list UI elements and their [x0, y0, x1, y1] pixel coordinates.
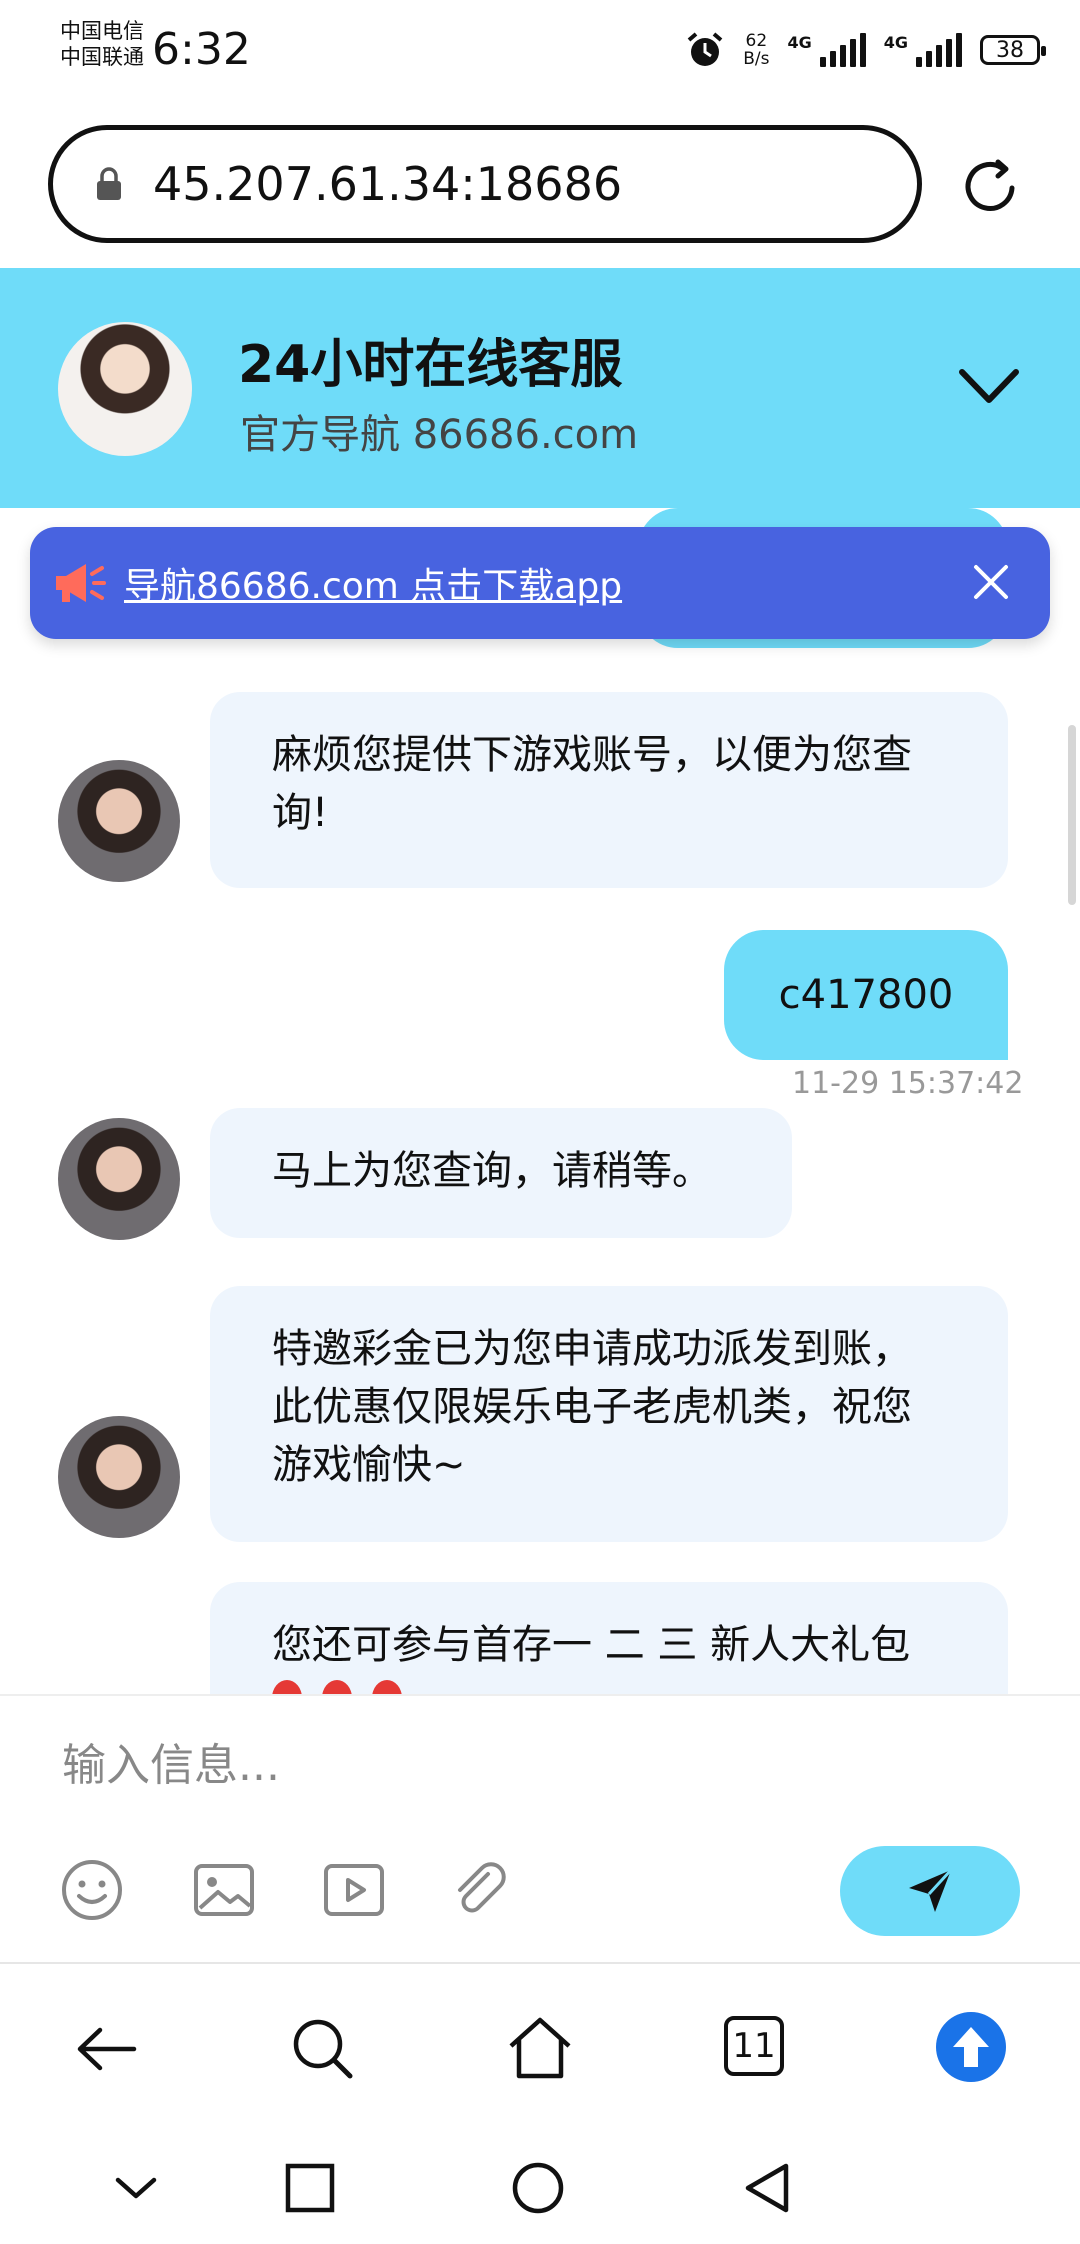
message-bubble-incoming: 麻烦您提供下游戏账号，以便为您查询!: [210, 692, 1008, 888]
clock: 6:32: [152, 24, 251, 75]
system-nav-bar: [0, 2128, 1080, 2244]
chat-title: 24小时在线客服: [238, 335, 623, 395]
message-bubble-incoming: 特邀彩金已为您申请成功派发到账，此优惠仅限娱乐电子老虎机类，祝您游戏愉快~: [210, 1286, 1008, 1542]
home-icon[interactable]: [505, 2014, 575, 2084]
megaphone-icon: [56, 564, 106, 602]
status-bar: 中国电信 中国联通 6:32 62 B/s 4G 4G 38: [0, 0, 1080, 110]
alarm-icon: [687, 32, 723, 66]
agent-message-avatar: [58, 1118, 180, 1240]
composer: [0, 1694, 1080, 1964]
upgrade-button[interactable]: [936, 2012, 1006, 2082]
reload-icon[interactable]: [958, 154, 1022, 218]
scrollbar[interactable]: [1068, 725, 1076, 905]
battery-icon: 38: [980, 35, 1046, 65]
signal-2-icon: 4G: [884, 33, 962, 67]
close-icon[interactable]: [972, 563, 1010, 601]
video-icon[interactable]: [322, 1858, 386, 1922]
search-icon[interactable]: [288, 2014, 358, 2084]
collapse-icon[interactable]: [108, 2160, 164, 2216]
message-bubble-outgoing: c417800: [724, 930, 1008, 1060]
signal-1-icon: 4G: [787, 33, 866, 67]
carrier-1: 中国电信: [60, 19, 144, 43]
chevron-down-icon[interactable]: [958, 366, 1020, 406]
message-text: 您还可参与首存一 二 三 新人大礼包: [272, 1622, 911, 1668]
image-icon[interactable]: [192, 1858, 256, 1922]
send-button[interactable]: [840, 1846, 1020, 1936]
back-triangle-icon[interactable]: [740, 2160, 796, 2216]
message-text: 特邀彩金已为您申请成功派发到账，此优惠仅限娱乐电子老虎机类，祝您游戏愉快~: [272, 1326, 912, 1488]
message-timestamp: 11-29 15:37:42: [792, 1066, 1024, 1101]
net-speed: 62 B/s: [743, 31, 770, 69]
carrier-2: 中国联通: [60, 45, 144, 69]
message-bubble-incoming: 马上为您查询，请稍等。: [210, 1108, 792, 1238]
url-text[interactable]: 45.207.61.34:18686: [153, 157, 622, 211]
emoji-icon[interactable]: [60, 1858, 124, 1922]
recents-icon[interactable]: [282, 2160, 338, 2216]
chat-subtitle: 官方导航 86686.com: [240, 412, 639, 458]
message-list[interactable]: 麻烦您提供下游戏账号，以便为您查询! c417800 11-29 15:37:4…: [0, 508, 1080, 1694]
agent-avatar: [58, 322, 192, 456]
download-banner[interactable]: 导航86686.com 点击下载app: [30, 527, 1050, 639]
message-text: 马上为您查询，请稍等。: [272, 1148, 712, 1194]
back-icon[interactable]: [72, 2014, 142, 2084]
browser-toolbar: 11: [0, 1962, 1080, 2130]
lock-icon: [97, 167, 121, 200]
message-text: c417800: [778, 972, 954, 1018]
home-circle-icon[interactable]: [510, 2160, 566, 2216]
message-input[interactable]: [60, 1724, 1024, 1806]
tabs-button[interactable]: 11: [724, 2016, 784, 2076]
address-bar[interactable]: 45.207.61.34:18686: [48, 125, 922, 243]
agent-message-avatar: [58, 1416, 180, 1538]
send-icon: [909, 1868, 953, 1912]
banner-link[interactable]: 导航86686.com 点击下载app: [124, 557, 622, 609]
message-text: 麻烦您提供下游戏账号，以便为您查询!: [272, 732, 912, 836]
upgrade-icon: [953, 2027, 989, 2067]
status-icons: 62 B/s 4G 4G 38: [685, 26, 1046, 74]
carrier-info: 中国电信 中国联通: [60, 18, 144, 70]
attachment-icon[interactable]: [448, 1858, 512, 1922]
agent-message-avatar: [58, 760, 180, 882]
message-bubble-incoming: 您还可参与首存一 二 三 新人大礼包: [210, 1582, 1008, 1694]
balloon-emojis: [272, 1680, 948, 1694]
